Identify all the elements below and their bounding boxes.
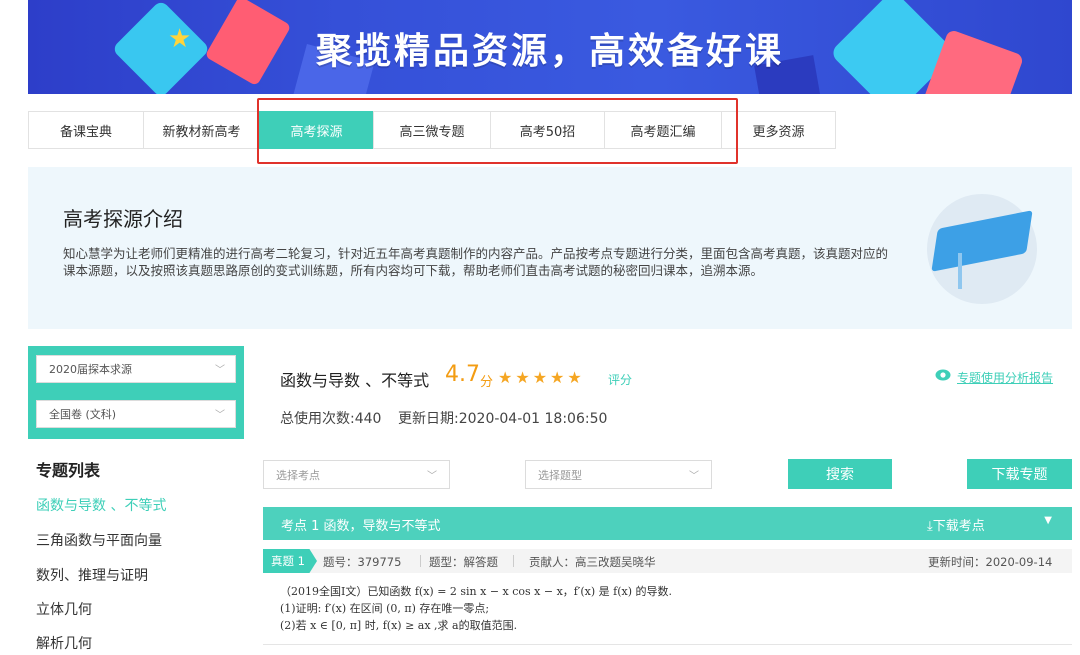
search-button[interactable]: 搜索 [788,459,892,489]
separator [420,555,421,567]
sidebar-filters: 2020届探本求源 ﹀ 全国卷 (文科) ﹀ [28,346,244,439]
tab-more-resources[interactable]: 更多资源 [721,111,836,149]
question-line-2: (1)证明: f′(x) 在区间 (0, π) 存在唯一零点; [280,602,490,615]
knowledge-point-bar: 考点 1 函数，导数与不等式 ⤓下载考点 ▼ [263,507,1072,540]
report-link[interactable]: 专题使用分析报告 [957,369,1053,386]
question-header: 真题 1 题号：379775 题型：解答题 贡献人：高三改题吴晓华 更新时间：2… [263,549,1072,573]
updated-date: 更新日期:2020-04-01 18:06:50 [398,411,608,427]
highlight-annotation [257,98,738,164]
year-select-value: 2020届探本求源 [49,363,132,376]
question-body: （2019全国Ⅰ文）已知函数 f(x) = 2 sin x − x cos x … [280,583,672,634]
sidebar-item-analytic-geometry[interactable]: 解析几何 [36,633,92,653]
divider [263,644,1072,645]
chevron-down-icon: ﹀ [215,364,225,376]
eye-icon [935,369,951,381]
caret-down-icon[interactable]: ▼ [1044,515,1052,526]
chevron-down-icon: ﹀ [427,470,437,482]
question-line-3: (2)若 x ∈ [0, π] 时, f(x) ≥ ax ,求 a的取值范围. [280,619,518,632]
topic-title: 函数与导数 、不等式 [280,371,430,390]
download-knowledge-point[interactable]: ⤓下载考点 [927,515,985,534]
tab-new-textbook[interactable]: 新教材新高考 [143,111,260,149]
intro-text: 知心慧学为让老师们更精准的进行高考二轮复习，针对近五年高考真题制作的内容产品。产… [63,246,889,278]
question-contributor: 贡献人：高三改题吴晓华 [529,555,656,569]
download-topic-button[interactable]: 下载专题 [967,459,1072,489]
knowledge-point-select[interactable]: 选择考点 ﹀ [263,460,450,489]
region-select[interactable]: 全国卷 (文科) ﹀ [36,400,236,428]
chevron-down-icon: ﹀ [689,470,699,482]
chevron-down-icon: ﹀ [215,409,225,421]
sidebar-item-trig[interactable]: 三角函数与平面向量 [36,530,162,550]
sidebar-item-solid-geometry[interactable]: 立体几何 [36,599,92,619]
score-unit: 分 [480,375,494,390]
topic-list-title: 专题列表 [36,461,101,480]
separator [513,555,514,567]
question-line-1: （2019全国Ⅰ文）已知函数 f(x) = 2 sin x − x cos x … [280,585,672,598]
question-number: 题号：379775 [323,555,402,569]
year-select[interactable]: 2020届探本求源 ﹀ [36,355,236,383]
question-type: 题型：解答题 [429,555,498,569]
question-tag: 真题 1 [263,549,317,573]
download-kp-label: 下载考点 [932,519,985,534]
cap-tassel [958,253,962,289]
rate-link[interactable]: 评分 [608,371,632,388]
intro-title: 高考探源介绍 [63,207,183,231]
banner-title: 聚揽精品资源，高效备好课 [315,31,784,72]
question-type-select[interactable]: 选择题型 ﹀ [525,460,712,489]
usage-count: 总使用次数:440 [280,411,382,427]
kp-placeholder: 选择考点 [276,468,320,482]
type-placeholder: 选择题型 [538,468,582,482]
question-updated: 更新时间：2020-09-14 [928,555,1053,569]
sidebar-item-sequences[interactable]: 数列、推理与证明 [36,565,148,585]
hero-banner: ★ 聚揽精品资源，高效备好课 [28,0,1072,94]
rating-stars: ★★★★★ [498,368,585,387]
score-value: 4.7 [445,362,480,387]
region-select-value: 全国卷 (文科) [49,408,117,421]
knowledge-point-title: 考点 1 函数，导数与不等式 [281,519,441,534]
intro-panel: 高考探源介绍 知心慧学为让老师们更精准的进行高考二轮复习，针对近五年高考真题制作… [28,167,1072,329]
tab-prep-guide[interactable]: 备课宝典 [28,111,144,149]
sidebar-item-functions[interactable]: 函数与导数 、不等式 [36,495,166,515]
